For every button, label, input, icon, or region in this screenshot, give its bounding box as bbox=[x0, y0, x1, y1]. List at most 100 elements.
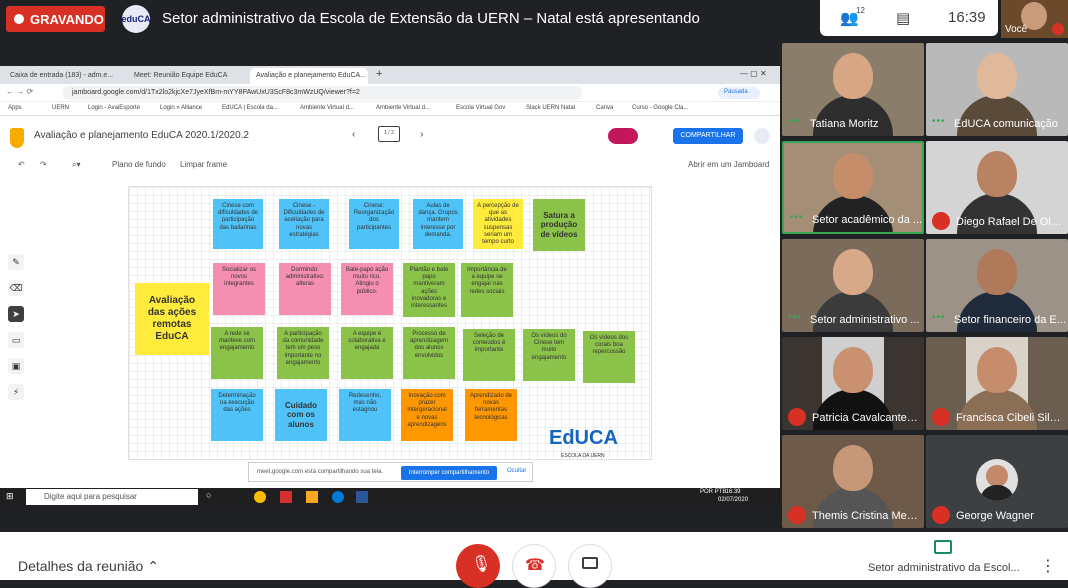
share-button[interactable]: COMPARTILHAR bbox=[673, 128, 743, 144]
participant-name: EdUCA comunicação bbox=[954, 118, 1058, 130]
frame-indicator[interactable]: 1 / 2 bbox=[378, 126, 400, 142]
sticky-note[interactable]: Satura a produção de vídeos bbox=[533, 199, 585, 251]
chat-icon[interactable]: ▤ bbox=[896, 9, 910, 27]
sticky-note[interactable]: Cinese com dificuldades de participação … bbox=[213, 199, 263, 249]
new-tab-icon[interactable]: + bbox=[376, 68, 382, 80]
sticky-note[interactable]: Aprendizado de novas ferramentas tecnoló… bbox=[465, 389, 517, 441]
edge-icon[interactable] bbox=[332, 491, 344, 503]
sticky-note[interactable]: Importância de a equipe se engajar nas r… bbox=[461, 263, 513, 317]
participant-avatar bbox=[833, 53, 873, 99]
image-icon[interactable]: ▣ bbox=[8, 358, 24, 374]
jamboard-title[interactable]: Avaliação e planejamento EduCA 2020.1/20… bbox=[34, 130, 249, 141]
windows-start-icon[interactable]: ⊞ bbox=[6, 491, 14, 502]
taskbar-clock[interactable]: 16:39 02/07/2020 bbox=[718, 488, 748, 504]
eraser-icon[interactable]: ⌫ bbox=[8, 280, 24, 296]
url-field[interactable]: jamboard.google.com/d/1Tx2lo2kjcXe7JyeXf… bbox=[62, 86, 582, 100]
participant-tile[interactable]: ••• Setor acadêmico da ... bbox=[782, 141, 924, 234]
stop-sharing-button[interactable]: Interromper compartilhamento bbox=[401, 466, 497, 480]
bookmark-item[interactable]: Login - AvaiEsporte bbox=[88, 105, 140, 111]
present-screen-icon[interactable] bbox=[934, 540, 952, 554]
prev-frame-icon[interactable]: ‹ bbox=[352, 129, 355, 140]
meeting-details-button[interactable]: Detalhes da reunião ⌃ bbox=[18, 558, 159, 575]
hangup-icon: ☎ bbox=[525, 557, 545, 574]
profile-chip[interactable]: Pausada bbox=[718, 87, 760, 99]
hide-button[interactable]: Ocultar bbox=[507, 468, 526, 474]
bookmark-item[interactable]: Escola Virtual Gov bbox=[456, 105, 505, 111]
acrobat-icon[interactable] bbox=[280, 491, 292, 503]
window-controls[interactable]: — ▢ ✕ bbox=[740, 69, 767, 78]
bookmark-item[interactable]: EdUCA | Escola da... bbox=[222, 105, 278, 111]
sticky-note[interactable]: Aulas de dança. Grupos mantem interesse … bbox=[413, 199, 463, 249]
undo-icon[interactable]: ↶ bbox=[18, 160, 25, 169]
self-view-tile[interactable]: Você bbox=[1001, 0, 1068, 38]
laser-icon[interactable]: ⚡ bbox=[8, 384, 24, 400]
muted-mic-icon bbox=[788, 408, 806, 426]
participant-tile[interactable]: Themis Cristina Mes... bbox=[782, 435, 924, 528]
bookmark-item[interactable]: Ambiente Virtual d... bbox=[300, 105, 354, 111]
participant-tile[interactable]: ••• Tatiana Moritz bbox=[782, 43, 924, 136]
sticky-note[interactable]: Os vídeos dos corais boa repercussão bbox=[583, 331, 635, 383]
sticky-note[interactable]: Cinese - Dificuldades de aceitação para … bbox=[279, 199, 329, 249]
word-icon[interactable] bbox=[356, 491, 368, 503]
bookmark-item[interactable]: Apps bbox=[8, 105, 22, 111]
windows-taskbar: ⊞ Digite aqui para pesquisar ○ POR PTB 1… bbox=[0, 488, 780, 506]
open-in-jamboard-button[interactable]: Abrir em um Jamboard bbox=[688, 160, 769, 169]
sticky-note[interactable]: Seleção de conteúdos é importante bbox=[463, 329, 515, 381]
sticky-note[interactable]: Bate-papo ação muito rico. Atingiu o púb… bbox=[341, 263, 393, 315]
sticky-note-main[interactable]: Avaliação das ações remotas EduCA bbox=[135, 283, 209, 355]
background-button[interactable]: Plano de fundo bbox=[112, 160, 166, 169]
presenting-text: Setor administrativo da Escola de Extens… bbox=[162, 10, 700, 27]
pen-icon[interactable]: ✎ bbox=[8, 254, 24, 270]
sticky-note[interactable]: Socializar os novos integrantes bbox=[213, 263, 265, 315]
participant-tile[interactable]: ••• EdUCA comunicação bbox=[926, 43, 1068, 136]
browser-tab-jamboard[interactable]: Avaliação e planejamento EduCA... bbox=[250, 68, 368, 84]
select-icon[interactable]: ➤ bbox=[8, 306, 24, 322]
participant-tile[interactable]: ••• Setor administrativo ... bbox=[782, 239, 924, 332]
participant-tile[interactable]: George Wagner bbox=[926, 435, 1068, 528]
camera-button[interactable] bbox=[568, 544, 612, 588]
participant-tile[interactable]: Diego Rafael De Oliv... bbox=[926, 141, 1068, 234]
clear-frame-button[interactable]: Limpar frame bbox=[180, 160, 227, 169]
jamboard-logo-icon[interactable] bbox=[10, 128, 24, 148]
sticky-note[interactable]: Plantão e bate papo mantiveram ações ino… bbox=[403, 263, 455, 317]
zoom-icon[interactable]: ⌕▾ bbox=[72, 160, 81, 170]
explorer-icon[interactable] bbox=[306, 491, 318, 503]
more-options-icon[interactable]: ⋮ bbox=[1040, 556, 1056, 576]
bookmark-item[interactable]: Slack UERN Natal bbox=[526, 105, 575, 111]
bookmark-item[interactable]: Canva bbox=[596, 105, 613, 111]
cortana-icon[interactable]: ○ bbox=[206, 490, 211, 500]
browser-tab-gmail[interactable]: Caixa de entrada (183) - adm.e... bbox=[4, 68, 124, 84]
sticky-note[interactable]: Cinese: Reorganização dos participantes bbox=[349, 199, 399, 249]
chrome-icon[interactable] bbox=[254, 491, 266, 503]
mute-mic-button[interactable]: 🎙 bbox=[456, 544, 500, 588]
sticky-note[interactable]: A rede se manteve com engajamento bbox=[211, 327, 263, 379]
bookmark-item[interactable]: Curso - Google Cla... bbox=[632, 105, 688, 111]
bookmark-item[interactable]: UERN bbox=[52, 105, 69, 111]
bookmark-item[interactable]: Ambiente Virtual d... bbox=[376, 105, 430, 111]
self-label: Você bbox=[1005, 24, 1028, 35]
sticky-note[interactable]: Processo de aprendizagem dos alunos envo… bbox=[403, 327, 455, 379]
taskbar-search-input[interactable]: Digite aqui para pesquisar bbox=[26, 489, 198, 505]
account-avatar[interactable] bbox=[754, 128, 770, 144]
sticky-note[interactable]: A equipe é colaborativa e engajada bbox=[341, 327, 393, 379]
participant-tile[interactable]: ••• Setor financeiro da E... bbox=[926, 239, 1068, 332]
sticky-note[interactable]: Determinação na execução das ações bbox=[211, 389, 263, 441]
jamboard-frame[interactable]: Avaliação das ações remotas EduCA Cinese… bbox=[128, 186, 652, 460]
participant-tile[interactable]: Francisca Cibeli Silva... bbox=[926, 337, 1068, 430]
participant-tile[interactable]: Patricia Cavalcante d... bbox=[782, 337, 924, 430]
sticky-note[interactable]: Inovação com prazer intergeracional e no… bbox=[401, 389, 453, 441]
sticky-note-icon[interactable]: ▭ bbox=[8, 332, 24, 348]
sticky-note[interactable]: A participação da comunidade tem um peso… bbox=[277, 327, 329, 379]
collaborator-avatars bbox=[608, 128, 638, 144]
sticky-note[interactable]: A percepção de que as atividades suspens… bbox=[473, 199, 523, 249]
nav-arrows-icon[interactable]: ← → ⟳ bbox=[6, 87, 33, 96]
sticky-note[interactable]: Dormindo: administrativo: alteras bbox=[279, 263, 331, 315]
bookmark-item[interactable]: Login » Alliance bbox=[160, 105, 202, 111]
browser-tab-meet[interactable]: Meet: Reunião Equipe EduCA bbox=[128, 68, 246, 84]
next-frame-icon[interactable]: › bbox=[420, 129, 423, 140]
leave-call-button[interactable]: ☎ bbox=[512, 544, 556, 588]
sticky-note[interactable]: Redesenho, mas não estagnou bbox=[339, 389, 391, 441]
sticky-note[interactable]: Os vídeos do Cinese tem muito engajament… bbox=[523, 329, 575, 381]
redo-icon[interactable]: ↷ bbox=[40, 160, 47, 169]
sticky-note[interactable]: Cuidado com os alunos bbox=[275, 389, 327, 441]
